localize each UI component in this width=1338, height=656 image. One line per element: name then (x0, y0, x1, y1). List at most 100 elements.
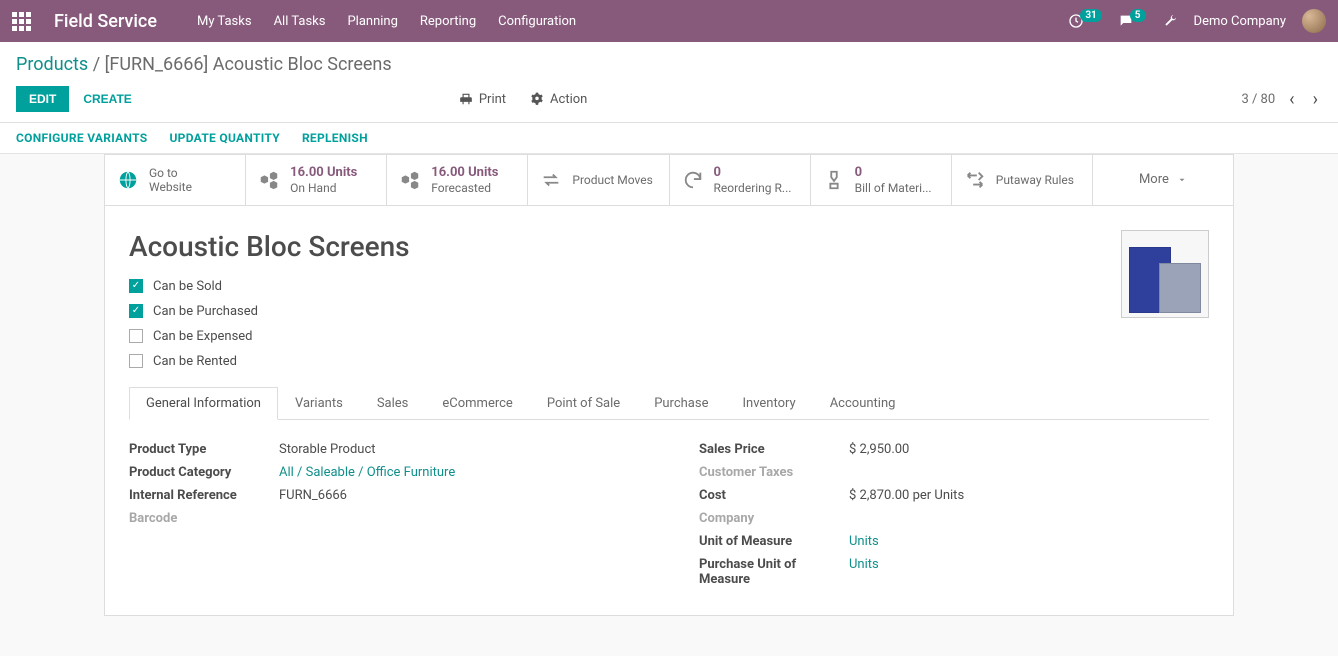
tab-inventory[interactable]: Inventory (725, 387, 812, 420)
label-cost: Cost (699, 488, 849, 503)
stat-moves[interactable]: Product Moves (528, 155, 669, 205)
settings-icon[interactable] (1162, 13, 1178, 29)
stat-row: Go to Website 16.00 Units On Hand 16.00 … (104, 154, 1234, 205)
stat-onhand-num: 16.00 Units (290, 165, 357, 181)
right-col: Sales Price$ 2,950.00 Customer Taxes Cos… (699, 438, 1209, 591)
replenish-link[interactable]: REPLENISH (302, 131, 368, 145)
app-brand: Field Service (54, 11, 157, 32)
stat-reorder-txt: Reordering R... (714, 181, 792, 195)
stat-putaway[interactable]: Putaway Rules (952, 155, 1093, 205)
stat-bom-num: 0 (855, 165, 932, 181)
label-sales-price: Sales Price (699, 442, 849, 457)
nav-all-tasks[interactable]: All Tasks (274, 14, 326, 29)
stat-bom-txt: Bill of Materi... (855, 181, 932, 195)
create-button[interactable]: CREATE (83, 92, 131, 106)
pager: 3 / 80 ‹ › (1241, 89, 1322, 110)
stat-putaway-txt: Putaway Rules (996, 173, 1074, 187)
user-avatar[interactable] (1302, 9, 1326, 33)
tab-pos[interactable]: Point of Sale (530, 387, 637, 420)
value-cost-suffix: per Units (913, 488, 965, 503)
tabs: General Information Variants Sales eComm… (129, 387, 1209, 420)
discuss-icon[interactable]: 5 (1118, 13, 1146, 29)
topbar-right: 31 5 Demo Company (1068, 9, 1326, 33)
configure-variants-link[interactable]: CONFIGURE VARIANTS (16, 131, 147, 145)
activity-count-badge: 31 (1080, 9, 1101, 22)
activity-icon[interactable]: 31 (1068, 13, 1101, 29)
stat-website-l2: Website (149, 180, 192, 194)
discuss-count-badge: 5 (1130, 9, 1146, 22)
print-button[interactable]: Print (459, 92, 506, 107)
stat-reorder-num: 0 (714, 165, 792, 181)
label-customer-taxes: Customer Taxes (699, 465, 849, 480)
check-purchased-label: Can be Purchased (153, 304, 258, 319)
breadcrumb-current: [FURN_6666] Acoustic Bloc Screens (105, 54, 392, 75)
value-uom[interactable]: Units (849, 534, 879, 549)
stat-forecast-num: 16.00 Units (431, 165, 498, 181)
left-col: Product TypeStorable Product Product Cat… (129, 438, 639, 591)
form-sheet: Acoustic Bloc Screens Can be Sold Can be… (104, 205, 1234, 616)
company-menu[interactable]: Demo Company (1194, 14, 1286, 29)
check-sold-label: Can be Sold (153, 279, 222, 294)
nav-configuration[interactable]: Configuration (498, 14, 576, 29)
nav-planning[interactable]: Planning (347, 14, 397, 29)
pager-label: 3 / 80 (1241, 92, 1275, 107)
breadcrumb-bar: Products[FURN_6666] Acoustic Bloc Screen… (0, 42, 1338, 82)
subbar: CONFIGURE VARIANTS UPDATE QUANTITY REPLE… (0, 123, 1338, 154)
label-uom: Unit of Measure (699, 534, 849, 549)
check-rented-label: Can be Rented (153, 354, 237, 369)
topbar: Field Service My Tasks All Tasks Plannin… (0, 0, 1338, 42)
tab-sales[interactable]: Sales (360, 387, 426, 420)
product-image[interactable] (1121, 230, 1209, 318)
pager-prev[interactable]: ‹ (1285, 89, 1298, 110)
tab-purchase[interactable]: Purchase (637, 387, 725, 420)
value-product-type: Storable Product (279, 442, 376, 457)
value-puom[interactable]: Units (849, 557, 879, 572)
apps-icon[interactable] (12, 12, 36, 31)
action-label: Action (550, 92, 587, 107)
nav-reporting[interactable]: Reporting (420, 14, 476, 29)
check-sold[interactable]: Can be Sold (129, 279, 1209, 294)
label-product-type: Product Type (129, 442, 279, 457)
stat-more[interactable]: More (1093, 155, 1233, 205)
label-internal-ref: Internal Reference (129, 488, 279, 503)
general-info-grid: Product TypeStorable Product Product Cat… (129, 438, 1209, 591)
value-cost: $ 2,870.00 (849, 488, 909, 503)
stat-website[interactable]: Go to Website (105, 155, 246, 205)
action-button[interactable]: Action (530, 92, 587, 107)
stat-bom[interactable]: 0 Bill of Materi... (811, 155, 952, 205)
stat-website-l1: Go to (149, 166, 192, 180)
tab-ecommerce[interactable]: eCommerce (425, 387, 529, 420)
actions-bar: EDIT CREATE Print Action 3 / 80 ‹ › (0, 82, 1338, 123)
stat-forecast[interactable]: 16.00 Units Forecasted (387, 155, 528, 205)
product-title: Acoustic Bloc Screens (129, 230, 1209, 263)
breadcrumb: Products[FURN_6666] Acoustic Bloc Screen… (16, 54, 1322, 75)
value-category[interactable]: All / Saleable / Office Furniture (279, 465, 455, 480)
label-company: Company (699, 511, 849, 526)
tab-general[interactable]: General Information (129, 387, 278, 420)
stat-onhand[interactable]: 16.00 Units On Hand (246, 155, 387, 205)
breadcrumb-products[interactable]: Products (16, 54, 105, 75)
checkbox-icon (129, 354, 143, 368)
stat-onhand-txt: On Hand (290, 181, 357, 195)
check-rented[interactable]: Can be Rented (129, 354, 1209, 369)
edit-button[interactable]: EDIT (16, 86, 69, 112)
product-flags: Can be Sold Can be Purchased Can be Expe… (129, 279, 1209, 369)
label-barcode: Barcode (129, 511, 279, 526)
nav-my-tasks[interactable]: My Tasks (197, 14, 252, 29)
checkbox-icon (129, 329, 143, 343)
print-label: Print (479, 92, 506, 107)
stat-more-label: More (1139, 172, 1169, 187)
stat-moves-txt: Product Moves (572, 173, 652, 187)
pager-next[interactable]: › (1309, 89, 1322, 110)
topnav: My Tasks All Tasks Planning Reporting Co… (197, 14, 576, 29)
stat-reorder[interactable]: 0 Reordering R... (670, 155, 811, 205)
value-sales-price: $ 2,950.00 (849, 442, 909, 457)
label-puom: Purchase Unit of Measure (699, 557, 849, 587)
checkbox-icon (129, 304, 143, 318)
value-internal-ref: FURN_6666 (279, 488, 347, 503)
check-expensed[interactable]: Can be Expensed (129, 329, 1209, 344)
tab-variants[interactable]: Variants (278, 387, 360, 420)
tab-accounting[interactable]: Accounting (813, 387, 913, 420)
update-quantity-link[interactable]: UPDATE QUANTITY (169, 131, 279, 145)
check-purchased[interactable]: Can be Purchased (129, 304, 1209, 319)
